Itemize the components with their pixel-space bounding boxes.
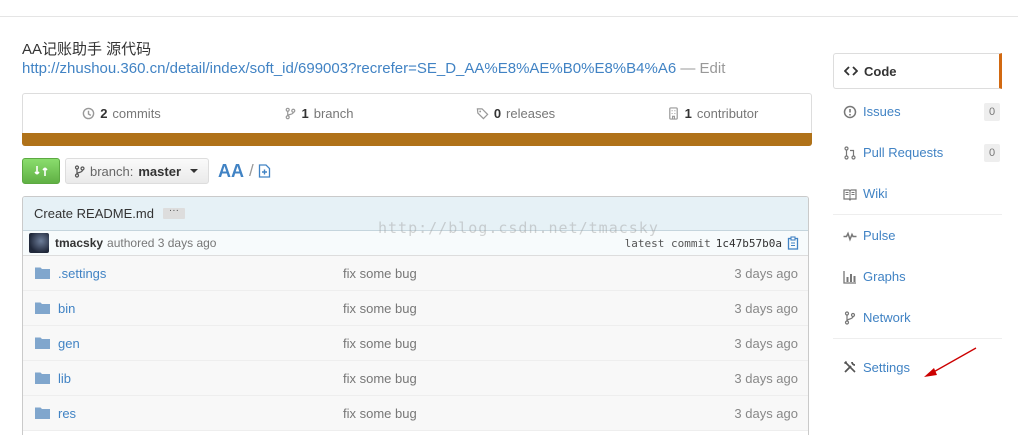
table-row[interactable]: res fix some bug 3 days ago — [23, 396, 808, 431]
file-commit-message[interactable]: fix some bug — [343, 266, 417, 281]
sidebar-item-pull-requests[interactable]: Pull Requests 0 — [833, 132, 1002, 173]
repo-stats-summary: 2 commits 1 branch 0 releases 1 contribu… — [22, 93, 812, 146]
file-name-link[interactable]: .settings — [58, 266, 106, 281]
sidebar-item-network[interactable]: Network — [833, 297, 1002, 338]
compare-arrows-icon — [34, 166, 48, 176]
commit-author[interactable]: tmacsky — [55, 236, 103, 250]
network-icon — [844, 310, 856, 325]
branch-label: branch — [313, 105, 354, 121]
file-navigation: branch: master AA / — [22, 158, 271, 184]
sidebar-item-code[interactable]: Code — [833, 53, 1002, 89]
file-commit-message[interactable]: fix some bug — [343, 336, 417, 351]
repo-website: http://zhushou.360.cn/detail/index/soft_… — [22, 60, 725, 77]
releases-stat[interactable]: 0 releases — [417, 106, 614, 121]
repo-root-breadcrumb[interactable]: AA — [218, 161, 244, 182]
compare-button[interactable] — [22, 158, 60, 184]
folder-icon — [35, 407, 50, 419]
file-name-link[interactable]: lib — [58, 371, 71, 386]
sidebar-item-label: Issues — [863, 104, 901, 119]
releases-label: releases — [506, 105, 556, 121]
graph-icon — [843, 270, 856, 284]
folder-icon — [35, 267, 50, 279]
watermark: http://blog.csdn.net/tmacsky — [378, 219, 659, 237]
pull-request-icon — [844, 145, 856, 160]
commits-count: 2 — [100, 105, 108, 121]
file-age: 3 days ago — [734, 335, 798, 351]
sidebar-item-issues[interactable]: Issues 0 — [833, 91, 1002, 132]
pulse-icon — [843, 231, 857, 242]
sidebar-item-label: Wiki — [863, 186, 888, 201]
edit-description-link[interactable]: — Edit — [680, 60, 725, 77]
caret-down-icon — [190, 169, 199, 173]
repo-sidebar-nav: Code Issues 0 Pull Requests 0 Wiki Pulse… — [833, 53, 1002, 395]
file-commit-message[interactable]: fix some bug — [343, 371, 417, 386]
commit-sha-link[interactable]: 1c47b57b0a — [716, 237, 782, 250]
book-icon — [843, 188, 857, 201]
code-icon — [844, 66, 858, 76]
issues-count-badge: 0 — [984, 103, 1000, 121]
sidebar-item-graphs[interactable]: Graphs — [833, 256, 1002, 297]
contributor-count: 1 — [684, 105, 692, 121]
file-age: 3 days ago — [734, 370, 798, 386]
contributor-label: contributor — [696, 105, 759, 121]
contributor-stat[interactable]: 1 contributor — [614, 106, 811, 121]
table-row[interactable]: gen fix some bug 3 days ago — [23, 326, 808, 361]
expand-commit-button[interactable]: ··· — [162, 206, 185, 219]
file-age: 3 days ago — [734, 300, 798, 316]
table-row[interactable]: .settings fix some bug 3 days ago — [23, 256, 808, 291]
branch-stat[interactable]: 1 branch — [220, 106, 417, 121]
commits-stat[interactable]: 2 commits — [23, 106, 220, 121]
sidebar-item-label: Pulse — [863, 228, 896, 243]
tag-icon — [476, 107, 489, 119]
history-icon — [82, 107, 95, 119]
table-row[interactable]: bin fix some bug 3 days ago — [23, 291, 808, 326]
file-add-icon — [258, 164, 270, 178]
branch-icon — [285, 107, 295, 119]
file-name-link[interactable]: bin — [58, 301, 75, 316]
repo-description: AA记账助手 源代码 — [22, 41, 152, 58]
folder-icon — [35, 372, 50, 384]
clipboard-icon[interactable] — [787, 236, 800, 253]
branch-prefix: branch: — [90, 163, 134, 179]
file-name-link[interactable]: res — [58, 406, 76, 421]
sidebar-item-label: Pull Requests — [863, 145, 944, 160]
new-file-button[interactable] — [258, 164, 271, 178]
sidebar-item-label: Settings — [863, 359, 910, 375]
branch-name: master — [138, 163, 182, 179]
releases-count: 0 — [493, 105, 502, 121]
pull-requests-count-badge: 0 — [984, 144, 1000, 162]
avatar[interactable] — [29, 233, 49, 253]
breadcrumb-separator: / — [249, 161, 254, 180]
tools-icon — [843, 360, 856, 373]
file-commit-message[interactable]: fix some bug — [343, 406, 417, 421]
sidebar-item-label: Graphs — [863, 269, 906, 284]
language-bar[interactable] — [22, 133, 812, 146]
issue-icon — [843, 105, 857, 118]
file-age: 3 days ago — [734, 265, 798, 281]
commit-time: authored 3 days ago — [107, 236, 217, 250]
latest-commit-label: latest commit — [624, 236, 711, 250]
file-name-link[interactable]: gen — [58, 336, 80, 351]
sidebar-item-pulse[interactable]: Pulse — [833, 215, 1002, 256]
sidebar-item-label: Code — [864, 63, 897, 79]
file-commit-message[interactable]: fix some bug — [343, 301, 417, 316]
annotation-arrow — [924, 347, 977, 377]
commits-label: commits — [112, 105, 161, 121]
branch-selector[interactable]: branch: master — [65, 158, 210, 184]
file-age: 3 days ago — [734, 405, 798, 421]
table-row[interactable]: lib fix some bug 3 days ago — [23, 361, 808, 396]
folder-icon — [35, 337, 50, 349]
branch-count: 1 — [301, 105, 309, 121]
sidebar-item-wiki[interactable]: Wiki — [833, 173, 1002, 214]
branch-icon — [74, 164, 85, 178]
folder-icon — [35, 302, 50, 314]
repo-website-link[interactable]: http://zhushou.360.cn/detail/index/soft_… — [22, 60, 676, 77]
top-divider — [0, 16, 1018, 17]
sidebar-item-label: Network — [863, 310, 911, 325]
organization-icon — [668, 106, 678, 120]
latest-commit-info: latest commit 1c47b57b0a — [625, 237, 782, 250]
latest-commit-message[interactable]: Create README.md — [34, 206, 154, 221]
